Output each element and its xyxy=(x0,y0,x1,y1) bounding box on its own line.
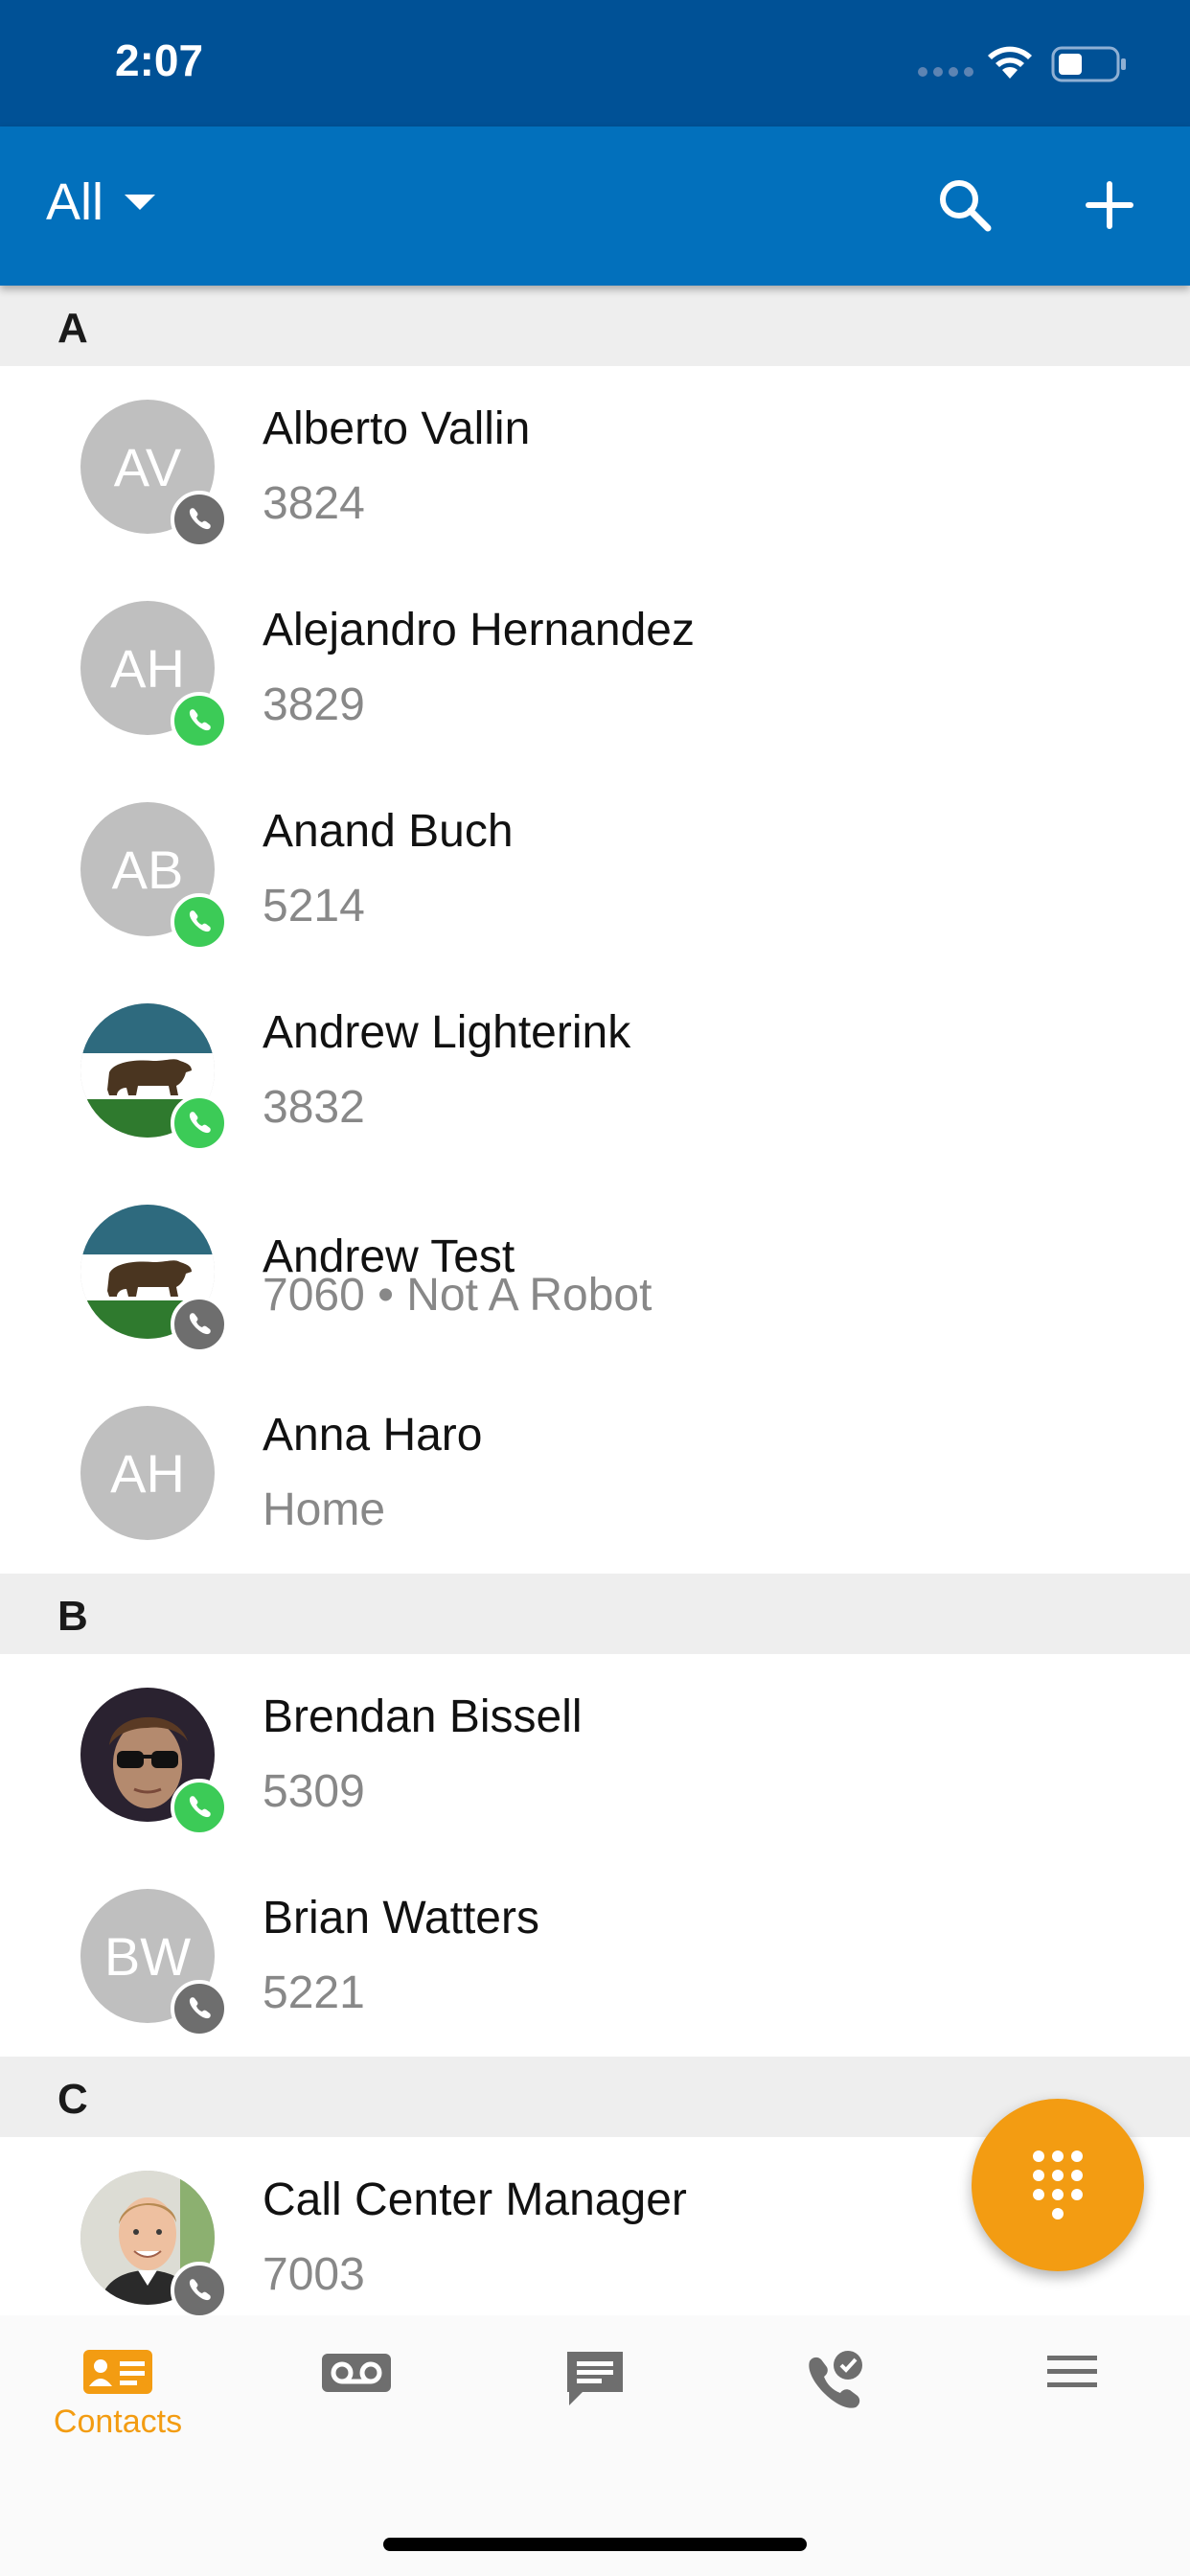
contact-detail: 7060 • Not A Robot xyxy=(263,1270,652,1321)
phone-presence-icon xyxy=(171,1980,228,2037)
home-indicator xyxy=(383,2538,807,2551)
search-icon[interactable] xyxy=(934,174,995,236)
contact-detail: 3832 xyxy=(263,1082,365,1133)
voicemail-icon xyxy=(322,2354,391,2392)
contact-detail: 5221 xyxy=(263,1967,365,2018)
tab-call-history[interactable] xyxy=(738,2348,929,2463)
add-contact-icon[interactable] xyxy=(1083,174,1136,236)
section-header-b: B xyxy=(0,1574,1190,1654)
tab-messages[interactable] xyxy=(499,2348,691,2463)
dialpad-icon xyxy=(1033,2150,1083,2220)
contact-detail: 3824 xyxy=(263,478,365,529)
avatar-initials: AH xyxy=(80,1406,215,1540)
battery-icon xyxy=(1051,46,1126,82)
section-letter: C xyxy=(57,2076,88,2123)
contact-name: Anand Buch xyxy=(263,806,514,857)
contact-detail: 5309 xyxy=(263,1766,365,1817)
cellular-signal-icon xyxy=(918,67,973,77)
phone-presence-icon xyxy=(171,1779,228,1836)
contact-row[interactable]: AB Anand Buch 5214 xyxy=(0,769,1190,970)
filter-dropdown[interactable]: All xyxy=(46,172,156,232)
contact-row[interactable]: AH Anna Haro Home xyxy=(0,1372,1190,1574)
phone-presence-icon xyxy=(171,2262,228,2319)
contact-row[interactable]: Andrew Lighterink 3832 xyxy=(0,970,1190,1171)
section-letter: B xyxy=(57,1593,88,1640)
chat-icon xyxy=(567,2352,623,2405)
contact-name: Brendan Bissell xyxy=(263,1691,583,1742)
contact-row[interactable]: AH Alejandro Hernandez 3829 xyxy=(0,567,1190,769)
menu-icon xyxy=(1047,2356,1097,2387)
contact-name: Brian Watters xyxy=(263,1893,539,1944)
contact-detail: 5214 xyxy=(263,881,365,932)
dialpad-button[interactable] xyxy=(972,2099,1144,2271)
tab-contacts-label: Contacts xyxy=(53,2404,183,2440)
status-time: 2:07 xyxy=(115,35,204,85)
wifi-icon xyxy=(988,46,1032,79)
contact-detail: 7003 xyxy=(263,2249,365,2300)
section-header-a: A xyxy=(0,286,1190,366)
tab-voicemail[interactable] xyxy=(261,2348,452,2463)
phone-presence-icon xyxy=(171,1296,228,1353)
phone-presence-icon xyxy=(171,893,228,951)
contact-name: Alberto Vallin xyxy=(263,403,531,454)
status-bar: 2:07 xyxy=(0,0,1190,126)
section-letter: A xyxy=(57,305,88,352)
contact-name: Anna Haro xyxy=(263,1410,483,1460)
contact-detail: 3829 xyxy=(263,679,365,730)
phone-presence-icon xyxy=(171,692,228,749)
contact-name: Call Center Manager xyxy=(263,2174,687,2225)
contact-name: Alejandro Hernandez xyxy=(263,605,695,656)
phone-presence-icon xyxy=(171,1094,228,1152)
tab-contacts[interactable]: Contacts xyxy=(22,2348,214,2463)
contact-row[interactable]: BW Brian Watters 5221 xyxy=(0,1855,1190,2057)
contact-detail: Home xyxy=(263,1484,386,1535)
contact-list: A AV Alberto Vallin 3824 AH Alejandro Hernand… xyxy=(0,286,1190,2338)
call-history-icon xyxy=(809,2351,862,2408)
contact-name: Andrew Lighterink xyxy=(263,1007,631,1058)
contact-row[interactable]: Andrew Test 7060 • Not A Robot xyxy=(0,1171,1190,1372)
tab-menu[interactable] xyxy=(976,2348,1168,2463)
contacts-card-icon xyxy=(83,2350,152,2394)
phone-presence-icon xyxy=(171,491,228,548)
filter-label: All xyxy=(46,173,104,231)
app-bar: All xyxy=(0,126,1190,286)
contact-row[interactable]: AV Alberto Vallin 3824 xyxy=(0,366,1190,567)
caret-down-icon xyxy=(125,195,156,210)
contact-row[interactable]: Brendan Bissell 5309 xyxy=(0,1654,1190,1855)
